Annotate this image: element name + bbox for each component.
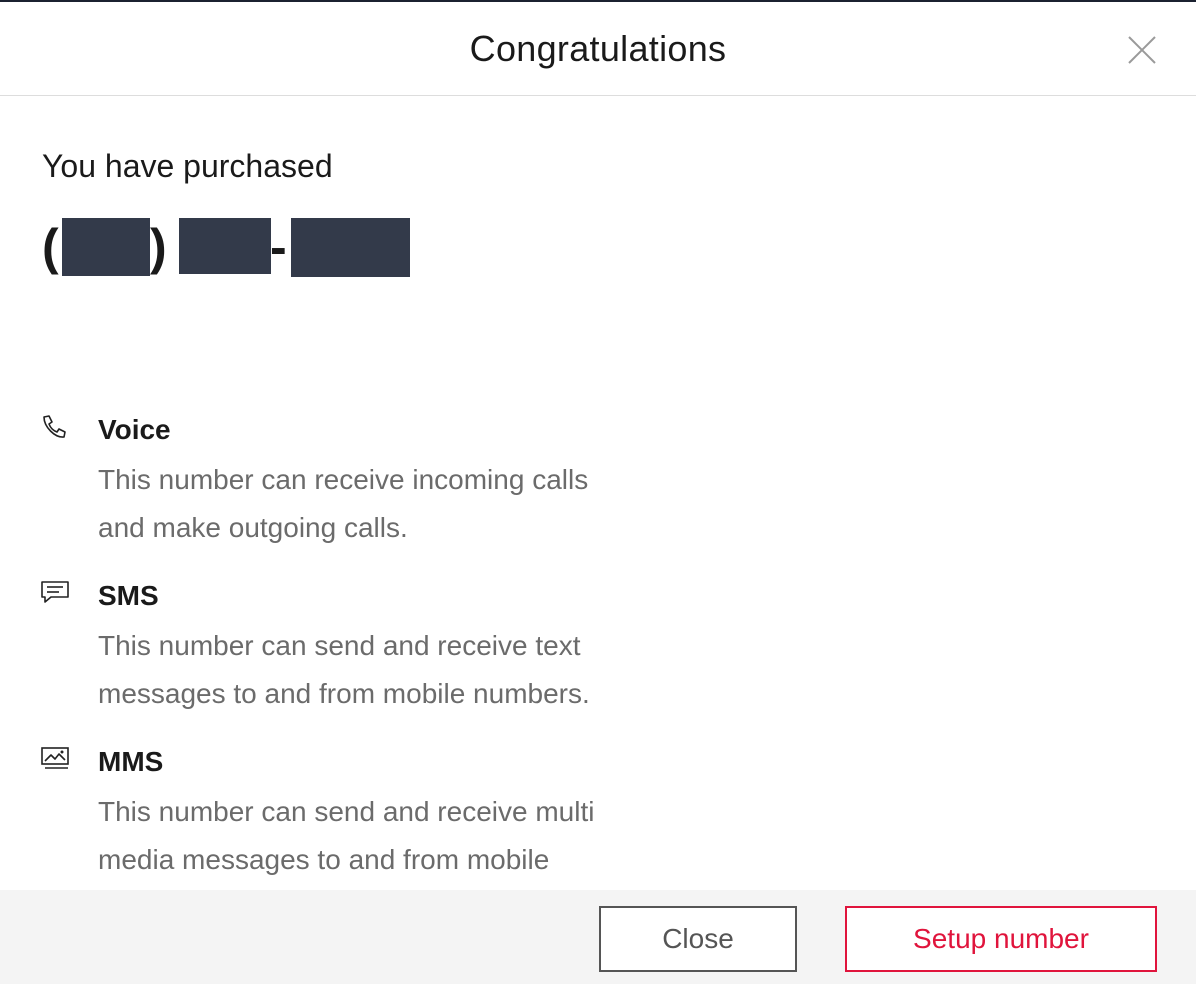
phone-icon (43, 415, 66, 438)
redacted-area-code (62, 218, 150, 276)
feature-description: This number can send and receive text me… (98, 630, 590, 709)
phone-dash: - (270, 219, 287, 275)
feature-name: Voice (98, 414, 171, 445)
dialog-title: Congratulations (469, 28, 727, 69)
purchased-label: You have purchased (42, 148, 333, 184)
setup-number-button[interactable]: Setup number (845, 906, 1157, 972)
congratulations-dialog: Congratulations You have purchased ( ) -… (0, 0, 1196, 984)
redacted-line-number (291, 218, 410, 277)
message-icon (41, 581, 69, 603)
close-button[interactable]: Close (599, 906, 797, 972)
dialog-header: Congratulations (0, 2, 1196, 96)
open-paren: ( (42, 219, 59, 275)
feature-description: This number can receive incoming calls a… (98, 464, 589, 543)
dialog-footer: Close Setup number (0, 890, 1196, 984)
close-icon[interactable] (1126, 34, 1158, 66)
feature-name: SMS (98, 580, 159, 611)
redacted-prefix (179, 218, 271, 274)
image-icon (41, 747, 69, 769)
close-paren: ) (150, 219, 167, 275)
feature-name: MMS (98, 746, 164, 777)
